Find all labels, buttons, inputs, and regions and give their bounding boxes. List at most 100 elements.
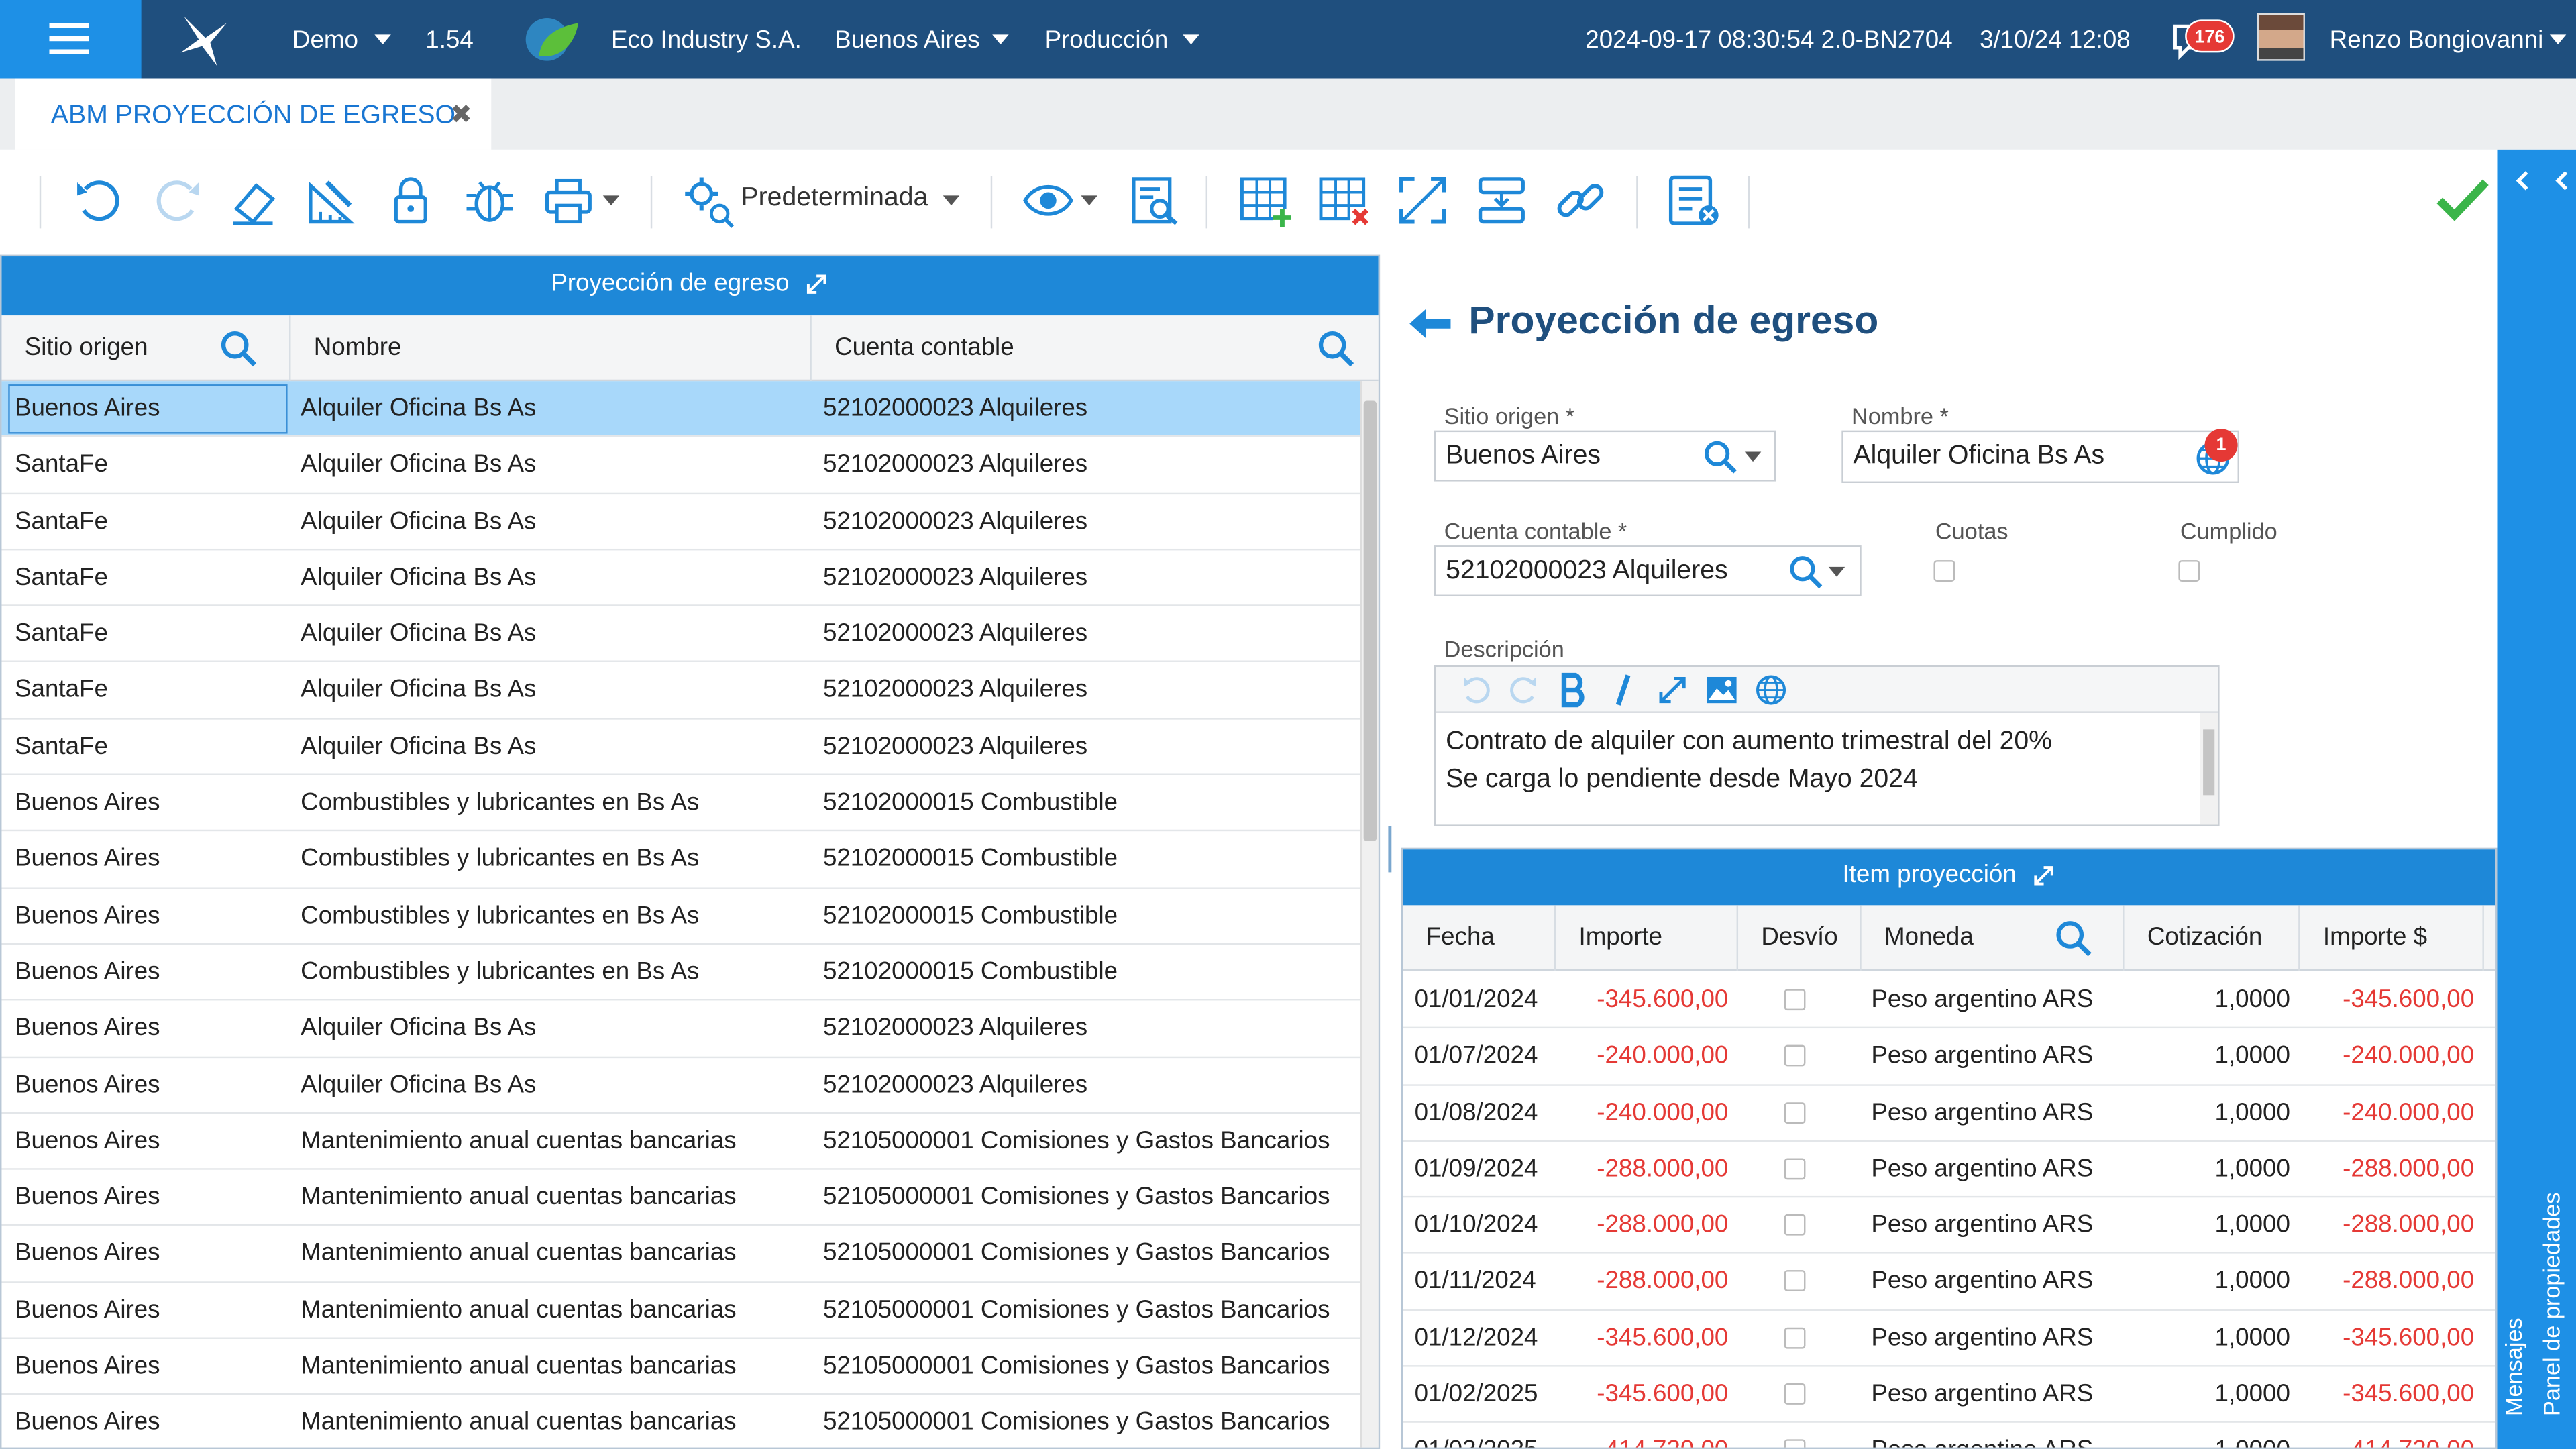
cell-sitio[interactable]: Buenos Aires [15,1339,286,1395]
cell-cuenta[interactable]: 52102000023 Alquileres [823,550,1357,606]
cell-cotizacion[interactable]: 1,0000 [2125,1311,2290,1366]
link-icon[interactable] [1552,172,1608,228]
chevron-down-icon[interactable] [1744,451,1762,462]
cell-cuenta[interactable]: 52105000001 Comisiones y Gastos Bancario… [823,1395,1357,1448]
table-row[interactable]: SantaFe Alquiler Oficina Bs As 52102000023… [1,719,1362,776]
cell-cotizacion[interactable]: 1,0000 [2125,1254,2290,1310]
site-caret-icon[interactable] [992,34,1009,45]
cell-nombre[interactable]: Combustibles y lubricantes en Bs As [301,945,802,1000]
desvio-checkbox[interactable] [1784,1327,1806,1349]
insert-between-icon[interactable] [1474,172,1529,228]
cell-cotizacion[interactable]: 1,0000 [2125,1142,2290,1197]
print-icon[interactable] [541,172,596,228]
cell-cuenta[interactable]: 52105000001 Comisiones y Gastos Bancario… [823,1170,1357,1226]
editor-scrollbar[interactable] [2200,712,2218,825]
confirm-check-icon[interactable] [2434,176,2490,225]
table-row[interactable]: Buenos Aires Mantenimiento anual cuentas … [1,1339,1362,1396]
column-header-cuenta[interactable]: Cuenta contable [812,315,1379,381]
cell-sitio[interactable]: Buenos Aires [15,1170,286,1226]
back-arrow-icon[interactable] [1406,306,1452,342]
cell-moneda[interactable]: Peso argentino ARS [1871,1085,2117,1141]
cell-importe-pesos[interactable]: -345.600,00 [2300,973,2474,1028]
tab-close-icon[interactable]: ✖ [450,99,472,131]
cell-sitio[interactable]: Buenos Aires [15,1283,286,1338]
user-name[interactable]: Renzo Bongiovanni [2330,26,2544,54]
desvio-checkbox[interactable] [1784,1383,1806,1405]
cell-sitio[interactable]: SantaFe [15,550,286,606]
redo-icon[interactable] [150,172,205,228]
descripcion-editor[interactable]: Contrato de alquiler con aumento trimest… [1434,665,2220,826]
cell-sitio[interactable]: Buenos Aires [15,1114,286,1169]
cell-moneda[interactable]: Peso argentino ARS [1871,973,2117,1028]
hamburger-menu-button[interactable] [0,0,142,79]
eraser-icon[interactable] [227,172,282,228]
table-row[interactable]: SantaFe Alquiler Oficina Bs As 52102000023… [1,437,1362,494]
expand-icon[interactable] [1656,674,1689,706]
cell-fecha[interactable]: 01/10/2024 [1415,1198,1556,1254]
cell-importe-pesos[interactable]: -240.000,00 [2300,1085,2474,1141]
avatar[interactable] [2257,13,2305,61]
cell-importe-pesos[interactable]: -240.000,00 [2300,1029,2474,1085]
company-label[interactable]: Eco Industry S.A. [611,26,802,54]
clear-list-icon[interactable] [1666,172,1721,228]
nombre-field[interactable]: Alquiler Oficina Bs As [1841,430,2239,484]
column-header-fecha[interactable]: Fecha [1403,905,1556,971]
cell-importe[interactable]: -288.000,00 [1556,1198,1728,1254]
document-search-icon[interactable] [1127,172,1183,228]
cell-sitio[interactable]: Buenos Aires [15,832,286,888]
table-row[interactable]: Buenos Aires Mantenimiento anual cuentas … [1,1170,1362,1227]
delete-row-icon[interactable] [1316,172,1372,228]
desvio-checkbox[interactable] [1784,1102,1806,1124]
cell-importe-pesos[interactable]: -288.000,00 [2300,1254,2474,1310]
table-row[interactable]: SantaFe Alquiler Oficina Bs As 52102000023… [1,550,1362,607]
cell-cotizacion[interactable]: 1,0000 [2125,1085,2290,1141]
cell-importe-pesos[interactable]: -288.000,00 [2300,1142,2474,1197]
table-row[interactable]: Buenos Aires Alquiler Oficina Bs As 521020… [1,1057,1362,1114]
undo-icon[interactable] [70,172,126,228]
env-selector[interactable]: Demo [292,26,358,54]
redo-icon[interactable] [1508,674,1541,706]
properties-panel-toggle[interactable]: Panel de propiedades [2538,1192,2565,1416]
tab-abm-proyeccion[interactable]: ABM PROYECCIÓN DE EGRESO ✖ [15,78,492,150]
cell-importe[interactable]: -240.000,00 [1556,1029,1728,1085]
cell-sitio[interactable]: SantaFe [15,437,286,493]
table-row[interactable]: 01/07/2024 -240.000,00 Peso argentino ARS 1… [1403,1029,2496,1085]
expand-panel-icon[interactable] [2030,863,2056,889]
collapse-left-icon[interactable] [2514,169,2530,192]
table-row[interactable]: SantaFe Alquiler Oficina Bs As 52102000023… [1,494,1362,551]
cell-sitio[interactable]: SantaFe [15,663,286,718]
cell-fecha[interactable]: 01/03/2025 [1415,1424,1556,1447]
cell-cuenta[interactable]: 52105000001 Comisiones y Gastos Bancario… [823,1226,1357,1282]
column-header-importe[interactable]: Importe [1556,905,1739,971]
undo-icon[interactable] [1459,674,1492,706]
table-row[interactable]: Buenos Aires Alquiler Oficina Bs As 521020… [1,381,1362,438]
cell-nombre[interactable]: Alquiler Oficina Bs As [301,437,802,493]
column-header-nombre[interactable]: Nombre [290,315,812,382]
image-icon[interactable] [1705,674,1738,706]
cell-cuenta[interactable]: 52102000015 Combustible [823,888,1357,944]
desvio-checkbox[interactable] [1784,1045,1806,1067]
table-row[interactable]: Buenos Aires Mantenimiento anual cuentas … [1,1283,1362,1340]
search-icon[interactable] [219,329,258,368]
cell-nombre[interactable]: Alquiler Oficina Bs As [301,494,802,549]
notification-count-badge[interactable]: 176 [2185,19,2235,53]
table-row[interactable]: Buenos Aires Mantenimiento anual cuentas … [1,1114,1362,1171]
print-dropdown-icon[interactable] [602,195,620,206]
table-row[interactable]: Buenos Aires Mantenimiento anual cuentas … [1,1395,1362,1448]
cell-nombre[interactable]: Combustibles y lubricantes en Bs As [301,888,802,944]
table-row[interactable]: Buenos Aires Combustibles y lubricantes e… [1,888,1362,945]
eye-icon[interactable] [1020,172,1076,228]
cell-sitio[interactable]: SantaFe [15,606,286,662]
column-header-cotizacion[interactable]: Cotización [2125,905,2300,971]
table-row[interactable]: 01/08/2024 -240.000,00 Peso argentino ARS 1… [1403,1085,2496,1142]
cell-cuenta[interactable]: 52105000001 Comisiones y Gastos Bancario… [823,1283,1357,1338]
cell-cuenta[interactable]: 52102000023 Alquileres [823,437,1357,493]
table-row[interactable]: Buenos Aires Combustibles y lubricantes e… [1,832,1362,889]
cell-nombre[interactable]: Alquiler Oficina Bs As [301,663,802,718]
cell-nombre[interactable]: Alquiler Oficina Bs As [301,719,802,775]
cell-cuenta[interactable]: 52102000015 Combustible [823,775,1357,831]
cell-nombre[interactable]: Alquiler Oficina Bs As [301,381,802,437]
italic-icon[interactable] [1607,672,1640,708]
mode-caret-icon[interactable] [1183,34,1199,45]
cell-sitio[interactable]: Buenos Aires [15,381,286,437]
